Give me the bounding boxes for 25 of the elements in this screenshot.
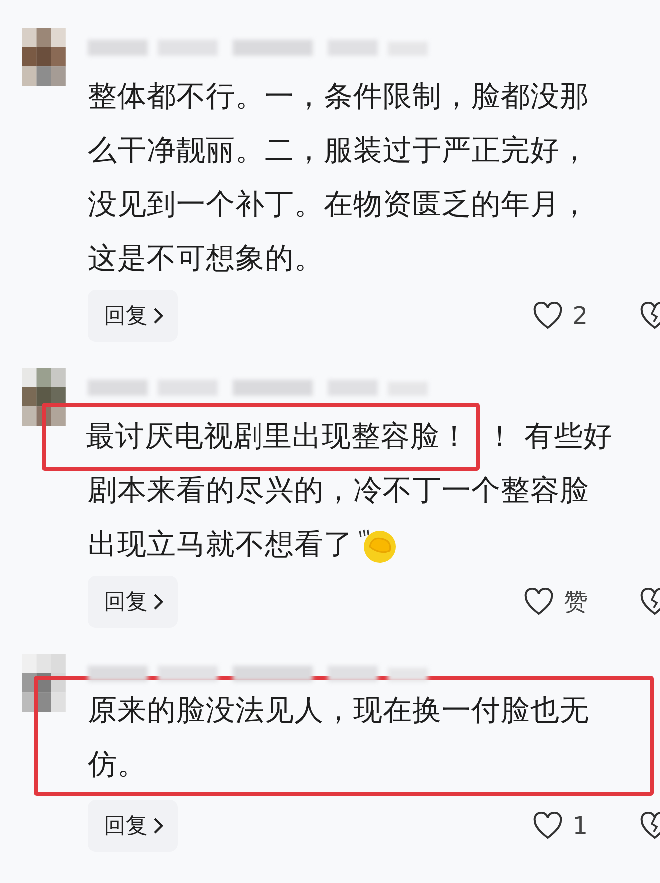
pixelated-avatar bbox=[22, 654, 66, 712]
chevron-right-icon bbox=[152, 593, 164, 611]
comment-text: 么干净靓丽。二，服装过于严正完好， bbox=[88, 132, 590, 169]
like-button[interactable]: 2 bbox=[532, 302, 588, 330]
pixelated-avatar bbox=[22, 368, 66, 426]
comment-text: 原来的脸没法见人，现在换一付脸也无 bbox=[88, 692, 590, 729]
reply-button[interactable]: 回复 bbox=[88, 800, 178, 852]
heart-icon[interactable] bbox=[532, 812, 563, 840]
comment-text: 没见到一个补丁。在物资匮乏的年月， bbox=[88, 186, 590, 223]
comment-text: 整体都不行。一，条件限制，脸都没那 bbox=[88, 78, 590, 115]
comment-text: 剧本来看的尽兴的，冷不丁一个整容脸 bbox=[88, 472, 590, 509]
reply-button[interactable]: 回复 bbox=[88, 576, 178, 628]
like-button[interactable]: 1 bbox=[532, 812, 588, 840]
chevron-right-icon bbox=[152, 817, 164, 835]
pixelated-avatar bbox=[22, 28, 66, 86]
comment-text: 仿。 bbox=[88, 746, 147, 783]
heart-icon[interactable] bbox=[524, 588, 554, 616]
highlighted-comment-text: 最讨厌电视剧里出现整容脸！ bbox=[42, 403, 480, 471]
comment-text: 这是不可想象的。 bbox=[88, 240, 324, 277]
reply-button[interactable]: 回复 bbox=[88, 290, 178, 342]
comment-text: 出现立马就不想看了 bbox=[88, 526, 354, 563]
like-button[interactable]: 赞 bbox=[524, 586, 588, 618]
heart-icon[interactable] bbox=[532, 302, 563, 330]
chevron-right-icon bbox=[152, 307, 164, 325]
comment-text: ！ 有些好 bbox=[486, 418, 614, 455]
